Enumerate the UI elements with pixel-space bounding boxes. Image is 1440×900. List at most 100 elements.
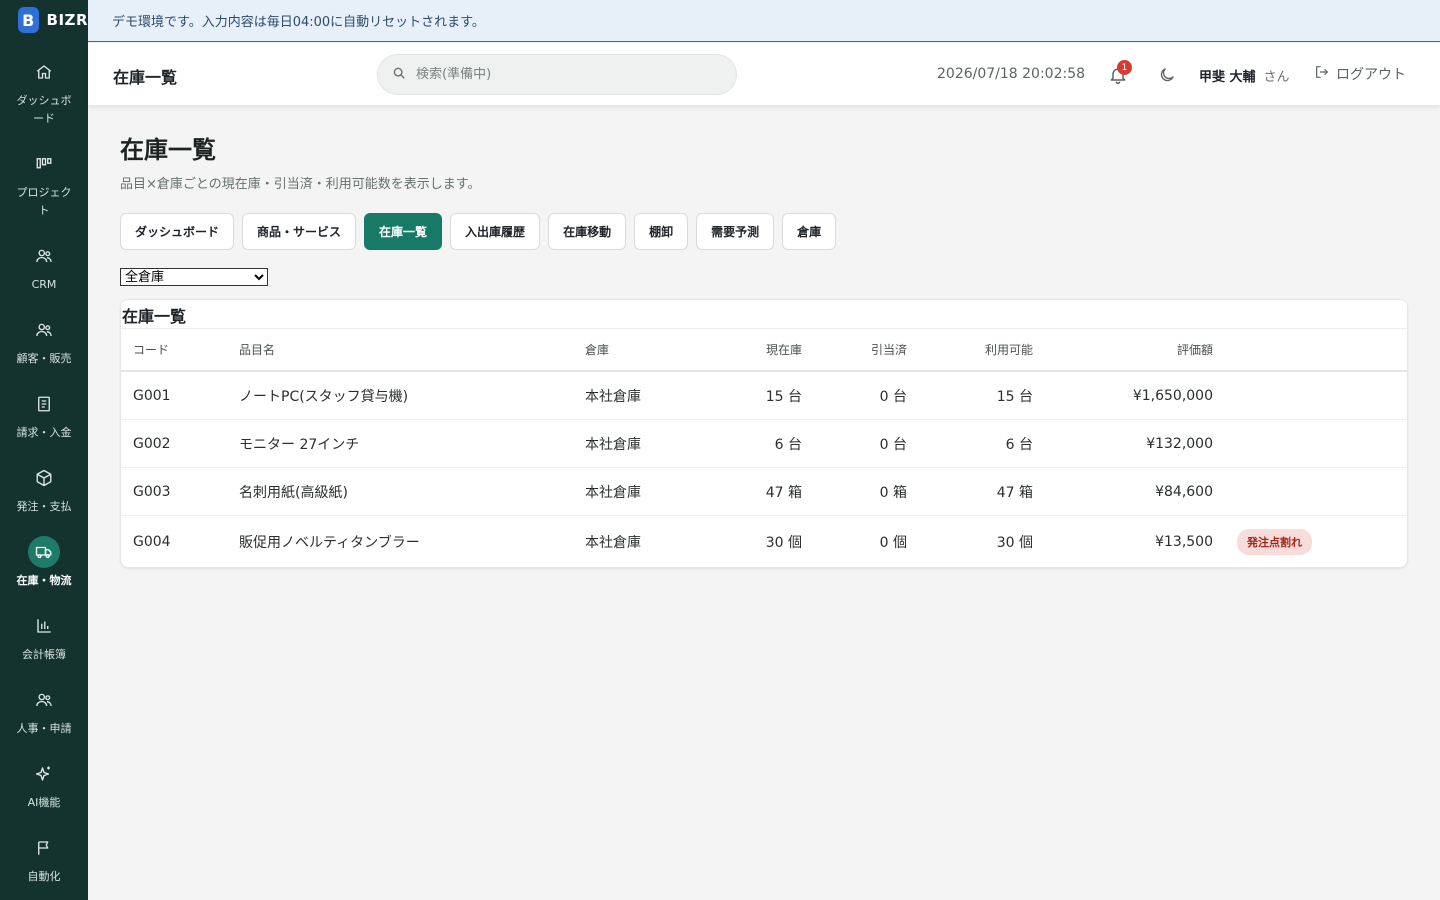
- cell-code: G004: [133, 533, 171, 550]
- tab-dashboard[interactable]: ダッシュボード: [120, 213, 235, 250]
- cell-value: ¥13,500: [1155, 533, 1213, 550]
- tab-products[interactable]: 商品・サービス: [242, 213, 357, 250]
- sidebar-item-crm[interactable]: CRM: [0, 232, 88, 306]
- sidebar-item-hr[interactable]: 人事・申請: [0, 676, 88, 750]
- sidebar-item-label: AI機能: [27, 796, 61, 809]
- sidebar-item-ai[interactable]: AI機能: [0, 750, 88, 824]
- search-input[interactable]: [416, 67, 716, 82]
- cell-available: 47 箱: [996, 484, 1033, 501]
- user-name: 甲斐 大輔: [1199, 70, 1256, 85]
- user-suffix: さん: [1263, 70, 1290, 85]
- sidebar-item-label: プロジェクト: [16, 186, 72, 217]
- cell-available: 30 個: [996, 534, 1033, 551]
- document-icon: [28, 388, 60, 420]
- logout-button[interactable]: ログアウト: [1314, 64, 1406, 84]
- sidebar-item-label: 顧客・販売: [16, 352, 72, 365]
- tab-warehouse[interactable]: 倉庫: [782, 213, 837, 250]
- logo-icon: B: [18, 7, 39, 33]
- cell-code: G002: [133, 435, 171, 452]
- sidebar: B BIZR ダッシュボード プロジェクト CRM 顧客・販売 請求・入金 発注…: [0, 0, 88, 900]
- cell-code: G003: [133, 483, 171, 500]
- warehouse-filter-wrap: 全倉庫: [120, 266, 268, 286]
- truck-icon: [28, 536, 60, 568]
- cell-value: ¥84,600: [1155, 483, 1213, 500]
- sidebar-item-label: 人事・申請: [16, 722, 72, 735]
- cell-code: G001: [133, 387, 171, 404]
- cell-warehouse: 本社倉庫: [585, 484, 641, 501]
- tab-stock-transfer[interactable]: 在庫移動: [548, 213, 627, 250]
- warehouse-filter-select[interactable]: 全倉庫: [120, 268, 268, 286]
- cell-reserved: 0 台: [879, 436, 907, 453]
- sidebar-item-automation[interactable]: 自動化: [0, 824, 88, 898]
- cell-warehouse: 本社倉庫: [585, 436, 641, 453]
- home-icon: [28, 56, 60, 88]
- table-row[interactable]: G004 販促用ノベルティタンブラー 本社倉庫 30 個 0 個 30 個 ¥1…: [121, 516, 1407, 567]
- tab-stock-history[interactable]: 入出庫履歴: [450, 213, 541, 250]
- inventory-table-card: 在庫一覧 コード 品目名 倉庫 現在庫 引当済 利用可能 評価額 G001 ノー…: [120, 299, 1408, 568]
- sidebar-item-label: 発注・支払: [16, 500, 72, 513]
- sidebar-item-label: 請求・入金: [16, 426, 72, 439]
- sidebar-item-inventory[interactable]: 在庫・物流: [0, 528, 88, 602]
- top-header: 在庫一覧 2026/07/18 20:02:58 1 甲斐 大輔さん ログアウト: [88, 43, 1440, 106]
- main-content: 在庫一覧 品目×倉庫ごとの現在庫・引当済・利用可能数を表示します。 ダッシュボー…: [120, 130, 1408, 568]
- table-row[interactable]: G001 ノートPC(スタッフ貸与機) 本社倉庫 15 台 0 台 15 台 ¥…: [121, 372, 1407, 420]
- cell-current: 30 個: [765, 534, 802, 551]
- cell-reserved: 0 箱: [879, 484, 907, 501]
- sidebar-item-label: CRM: [31, 278, 57, 291]
- cell-available: 6 台: [1005, 436, 1033, 453]
- brand-logo[interactable]: B BIZR: [0, 0, 88, 40]
- cell-current: 15 台: [765, 388, 802, 405]
- sidebar-item-accounting[interactable]: 会計帳簿: [0, 602, 88, 676]
- cell-value: ¥132,000: [1146, 435, 1213, 452]
- sidebar-item-sales[interactable]: 顧客・販売: [0, 306, 88, 380]
- tab-inventory-list[interactable]: 在庫一覧: [364, 213, 443, 250]
- cell-current: 6 台: [774, 436, 802, 453]
- box-icon: [28, 462, 60, 494]
- people-icon: [28, 684, 60, 716]
- cell-name: 販促用ノベルティタンブラー: [239, 534, 420, 551]
- cell-current: 47 箱: [765, 484, 802, 501]
- sidebar-item-dashboard[interactable]: ダッシュボード: [0, 48, 88, 140]
- column-header-reserved[interactable]: 引当済: [871, 329, 907, 370]
- column-header-warehouse[interactable]: 倉庫: [585, 329, 609, 370]
- cell-warehouse: 本社倉庫: [585, 534, 641, 551]
- cell-name: モニター 27インチ: [239, 436, 360, 453]
- search-box[interactable]: [377, 54, 737, 95]
- sparkle-icon: [28, 758, 60, 790]
- bar-chart-icon: [28, 610, 60, 642]
- header-title: 在庫一覧: [113, 68, 178, 87]
- table-row[interactable]: G003 名刺用紙(高級紙) 本社倉庫 47 箱 0 箱 47 箱 ¥84,60…: [121, 468, 1407, 516]
- logout-icon: [1314, 64, 1330, 84]
- moon-icon[interactable]: [1158, 66, 1176, 84]
- column-header-code[interactable]: コード: [133, 329, 169, 370]
- page-title: 在庫一覧: [120, 136, 216, 164]
- logout-label: ログアウト: [1336, 67, 1406, 83]
- sidebar-item-billing[interactable]: 請求・入金: [0, 380, 88, 454]
- notification-badge: 1: [1117, 60, 1132, 75]
- users-icon: [28, 240, 60, 272]
- sidebar-item-label: ダッシュボード: [16, 94, 72, 125]
- column-header-current[interactable]: 現在庫: [766, 329, 802, 370]
- cell-reserved: 0 台: [879, 388, 907, 405]
- column-header-available[interactable]: 利用可能: [985, 329, 1033, 370]
- demo-banner: デモ環境です。入力内容は毎日04:00に自動リセットされます。: [88, 0, 1440, 42]
- sidebar-item-label: 自動化: [27, 870, 61, 883]
- cell-available: 15 台: [996, 388, 1033, 405]
- tab-demand-forecast[interactable]: 需要予測: [696, 213, 775, 250]
- current-datetime: 2026/07/18 20:02:58: [937, 66, 1086, 82]
- kanban-icon: [28, 148, 60, 180]
- table-title: 在庫一覧: [122, 307, 187, 326]
- reorder-alert-badge: 発注点割れ: [1237, 528, 1312, 555]
- column-header-name[interactable]: 品目名: [239, 329, 275, 370]
- sidebar-nav: ダッシュボード プロジェクト CRM 顧客・販売 請求・入金 発注・支払 在庫・…: [0, 48, 88, 898]
- column-header-value[interactable]: 評価額: [1177, 329, 1213, 370]
- cell-name: ノートPC(スタッフ貸与機): [239, 388, 409, 405]
- cell-name: 名刺用紙(高級紙): [239, 484, 348, 501]
- user-info: 甲斐 大輔 さん: [1199, 66, 1290, 85]
- table-row[interactable]: G002 モニター 27インチ 本社倉庫 6 台 0 台 6 台 ¥132,00…: [121, 420, 1407, 468]
- page-description: 品目×倉庫ごとの現在庫・引当済・利用可能数を表示します。: [120, 177, 481, 192]
- sidebar-item-purchase[interactable]: 発注・支払: [0, 454, 88, 528]
- sidebar-item-project[interactable]: プロジェクト: [0, 140, 88, 232]
- tab-stocktaking[interactable]: 棚卸: [634, 213, 689, 250]
- cell-reserved: 0 個: [879, 534, 907, 551]
